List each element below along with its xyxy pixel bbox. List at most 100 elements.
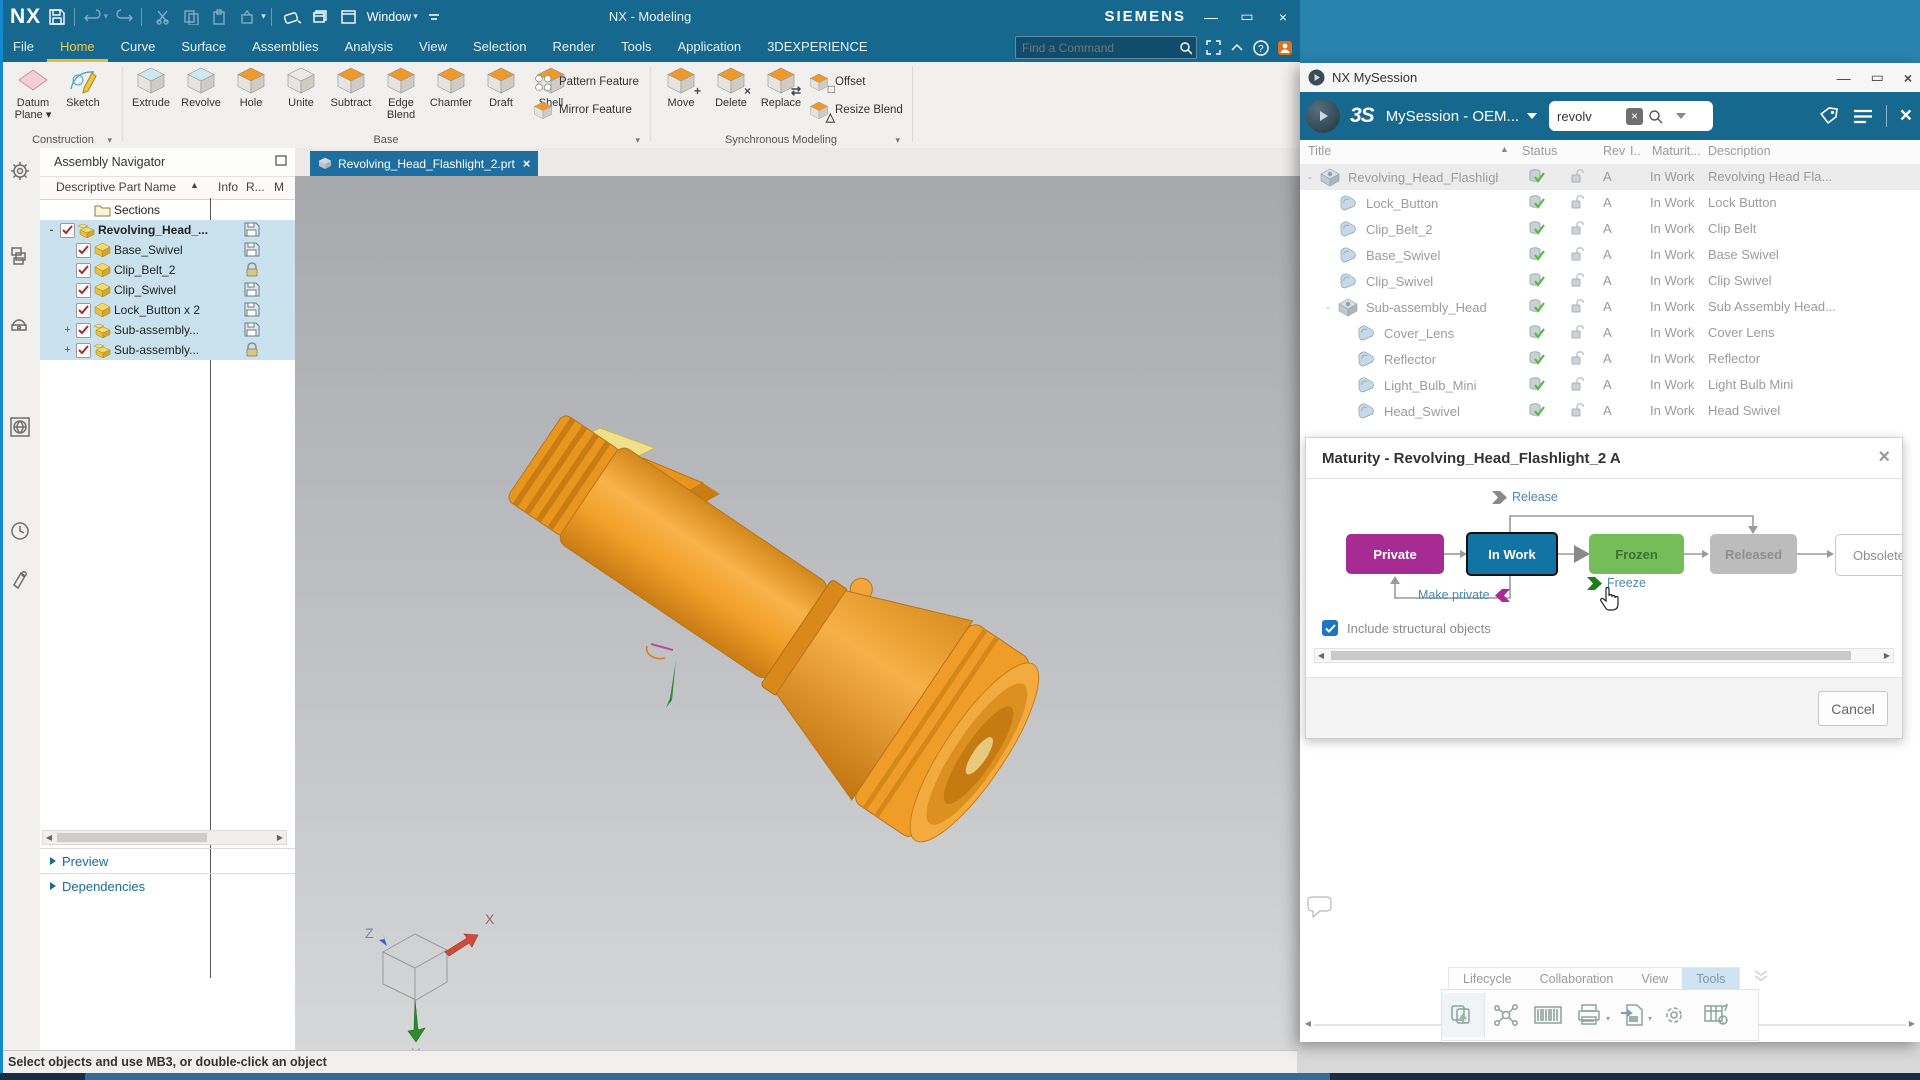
maturity-state[interactable]: Frozen — [1589, 534, 1684, 574]
session-row[interactable]: - Sub-assembly_Head A In Work Sub Assemb… — [1300, 294, 1920, 320]
gear-icon[interactable] — [7, 158, 33, 184]
visibility-checkbox[interactable] — [76, 343, 91, 358]
menu-tab[interactable]: Home — [47, 33, 108, 62]
sort-icon[interactable]: ▲ — [190, 180, 199, 190]
tree-row[interactable]: - Revolving_Head_... — [40, 220, 295, 240]
ribbon-button[interactable]: Datum Plane ▾ — [9, 64, 57, 121]
graphics-window[interactable]: Revolving_Head_Flashlight_2.prt × — [295, 148, 1300, 1050]
search-icon[interactable] — [1648, 109, 1663, 124]
visibility-checkbox[interactable] — [76, 323, 91, 338]
session-row[interactable]: Base_Swivel A In Work Base Swivel — [1300, 242, 1920, 268]
expander[interactable]: + — [62, 344, 73, 356]
search-options-caret[interactable] — [1676, 113, 1686, 119]
undo-icon[interactable]: ▾ — [84, 6, 108, 28]
ribbon-button[interactable]: Hole — [227, 64, 275, 109]
group-caret-icon[interactable]: ▾ — [895, 135, 900, 146]
repeat-command-icon[interactable] — [235, 6, 259, 28]
minimize-button[interactable]: — — [1837, 70, 1851, 86]
tag-icon[interactable] — [1819, 106, 1840, 126]
tree-row[interactable]: Sections — [40, 200, 295, 220]
session-selector[interactable]: MySession - OEM... — [1386, 108, 1519, 125]
minimize-ribbon-icon[interactable] — [422, 6, 446, 28]
fullscreen-icon[interactable] — [1206, 40, 1221, 55]
window-menu-caret[interactable]: ▾ — [413, 11, 418, 22]
ribbon-button[interactable]: Revolve — [177, 64, 225, 109]
export-csv-icon[interactable]: ▾ — [1611, 993, 1653, 1037]
menu-tab[interactable]: Selection — [460, 33, 539, 62]
ribbon-button[interactable]: Edge Blend — [377, 64, 425, 121]
expander[interactable]: - — [1308, 170, 1320, 184]
menu-tab[interactable]: Analysis — [332, 33, 406, 62]
session-row[interactable]: Reflector A In Work Reflector — [1300, 346, 1920, 372]
constraint-navigator-icon[interactable] — [7, 310, 33, 336]
scroll-right-icon[interactable]: ▶ — [1906, 1019, 1918, 1028]
assembly-navigator-icon[interactable] — [7, 243, 33, 269]
menu-tab[interactable]: Render — [539, 33, 608, 62]
tree-row[interactable]: Clip_Belt_2 — [40, 260, 295, 280]
group-caret-icon[interactable]: ▾ — [107, 135, 112, 146]
ribbon-button[interactable]: □ Offset — [806, 68, 903, 96]
cascade-windows-icon[interactable] — [309, 6, 333, 28]
expander[interactable]: - — [46, 224, 57, 236]
session-tab[interactable]: Tools — [1682, 968, 1739, 990]
close-button[interactable]: × — [1272, 9, 1294, 25]
user-avatar[interactable] — [1278, 41, 1292, 55]
tree-row[interactable]: Lock_Button x 2 — [40, 300, 295, 320]
print-icon[interactable]: ▾ — [1569, 993, 1611, 1037]
close-dialog-icon[interactable]: × — [1878, 446, 1890, 469]
session-row[interactable]: - Revolving_Head_Flashlight_2 A In Work … — [1300, 164, 1920, 190]
visibility-checkbox[interactable] — [76, 243, 91, 258]
session-caret-icon[interactable] — [1527, 113, 1537, 119]
load-in-nx-icon[interactable] — [1442, 993, 1485, 1037]
column-maturity[interactable]: Maturit... — [1652, 144, 1701, 158]
flashlight-model[interactable]: X Y Z — [295, 176, 1300, 1050]
column-status[interactable]: Status — [1522, 144, 1557, 158]
ribbon-button[interactable]: Pattern Feature — [530, 68, 639, 96]
redo-icon[interactable] — [112, 6, 136, 28]
menu-tab[interactable]: File — [0, 33, 47, 62]
session-tab[interactable]: View — [1627, 968, 1682, 990]
column-name[interactable]: Descriptive Part Name — [56, 180, 176, 194]
table-settings-icon[interactable] — [1695, 993, 1737, 1037]
ribbon-button[interactable]: × Delete — [707, 64, 755, 109]
session-row[interactable]: Head_Swivel A In Work Head Swivel — [1300, 398, 1920, 424]
column-description[interactable]: Description — [1708, 144, 1771, 158]
ribbon-button[interactable]: △ Resize Blend — [806, 96, 903, 124]
group-caret-icon[interactable]: ▾ — [635, 135, 640, 146]
mysession-search[interactable]: × — [1549, 101, 1713, 131]
visibility-checkbox[interactable] — [60, 223, 75, 238]
window-menu[interactable]: Window — [367, 10, 411, 24]
session-row[interactable]: Clip_Swivel A In Work Clip Swivel — [1300, 268, 1920, 294]
scroll-thumb[interactable] — [57, 833, 207, 842]
tree-row[interactable]: + Sub-assembly... — [40, 340, 295, 360]
maturity-state[interactable]: In Work — [1466, 532, 1558, 576]
history-icon[interactable] — [7, 518, 33, 544]
menu-tab[interactable]: Curve — [108, 33, 169, 62]
relations-icon[interactable] — [1485, 993, 1527, 1037]
expander[interactable]: + — [62, 324, 73, 336]
ribbon-button[interactable]: Sketch — [59, 64, 107, 109]
toolbar-overflow-caret[interactable]: ▾ — [261, 11, 266, 22]
tabs-chevron-icon[interactable] — [1752, 969, 1770, 988]
ribbon-button[interactable]: + Move — [657, 64, 705, 109]
maturity-state[interactable]: Private — [1346, 534, 1444, 574]
ribbon-button[interactable]: ⇄ Replace — [757, 64, 805, 109]
make-private-transition[interactable]: Make private — [1418, 588, 1510, 602]
sort-icon[interactable]: ▲ — [1500, 144, 1509, 154]
session-row[interactable]: Light_Bulb_Mini A In Work Light Bulb Min… — [1300, 372, 1920, 398]
session-row[interactable]: Cover_Lens A In Work Cover Lens — [1300, 320, 1920, 346]
3dexperience-compass-icon[interactable] — [1306, 99, 1340, 133]
barcode-icon[interactable] — [1527, 993, 1569, 1037]
maximize-button[interactable]: ▭ — [1236, 8, 1258, 25]
save-icon[interactable] — [45, 6, 69, 28]
scroll-thumb[interactable] — [1331, 651, 1851, 660]
touch-mode-icon[interactable] — [281, 6, 305, 28]
session-tab[interactable]: Collaboration — [1526, 968, 1628, 990]
comment-bubble-icon[interactable] — [1306, 896, 1334, 923]
session-row[interactable]: Clip_Belt_2 A In Work Clip Belt — [1300, 216, 1920, 242]
scroll-right-icon[interactable]: ▶ — [1881, 651, 1893, 660]
collapse-ribbon-icon[interactable] — [1230, 43, 1244, 52]
expander[interactable]: - — [1326, 300, 1338, 314]
ribbon-button[interactable]: Subtract — [327, 64, 375, 109]
menu-tab[interactable]: Assemblies — [239, 33, 331, 62]
